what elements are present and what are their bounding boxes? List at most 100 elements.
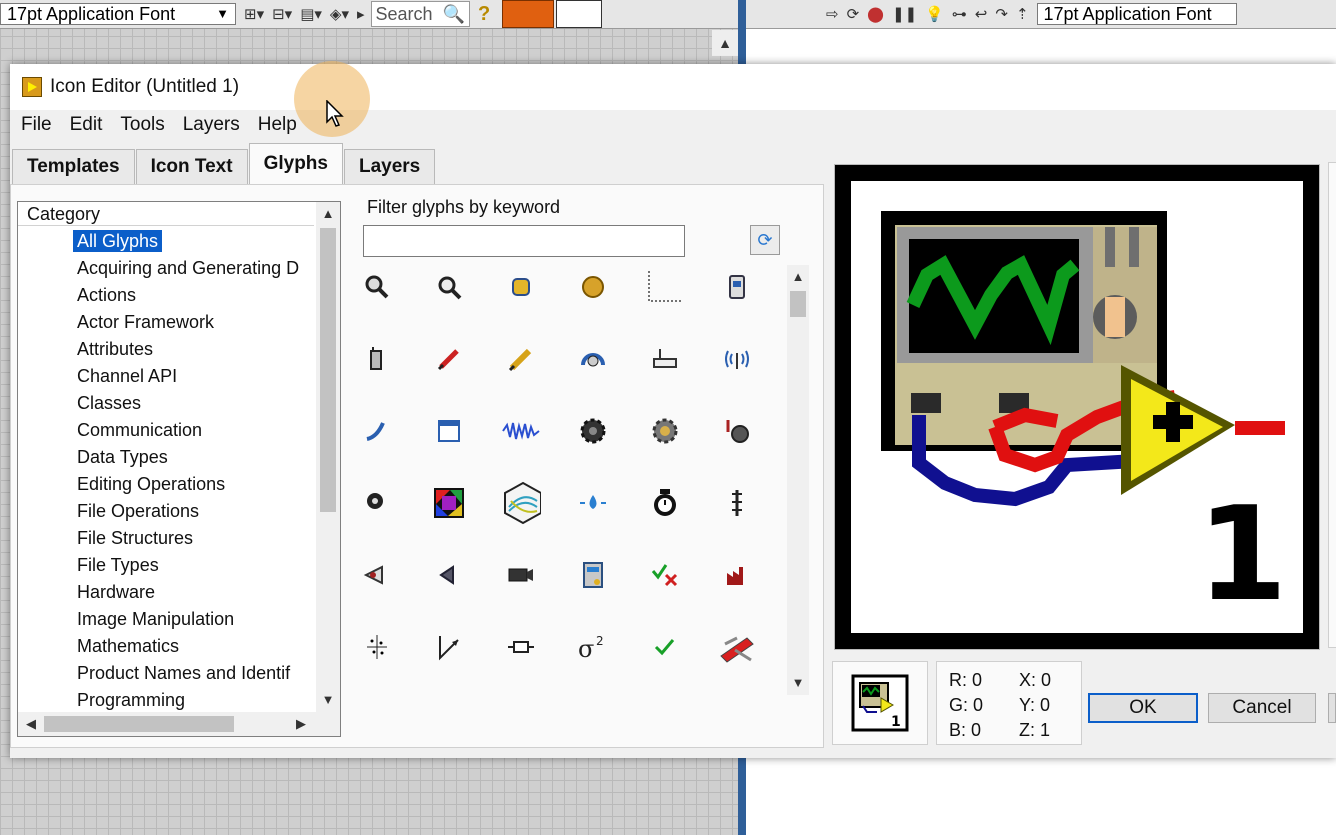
category-item-all-glyphs[interactable]: All Glyphs	[18, 228, 314, 255]
sigma-squared-icon[interactable]: σ2	[573, 627, 613, 667]
scroll-down-arrow-icon[interactable]: ▼	[787, 673, 809, 693]
factory-icon[interactable]	[717, 555, 757, 595]
tab-icon-text[interactable]: Icon Text	[135, 149, 248, 184]
menu-file[interactable]: File	[21, 114, 52, 136]
highlight-bulb-icon[interactable]: 💡	[925, 3, 944, 25]
abort-icon[interactable]: ⬤	[867, 3, 884, 25]
pause-icon[interactable]: ❚❚	[892, 3, 917, 25]
menu-tools[interactable]: Tools	[120, 114, 164, 136]
scroll-thumb[interactable]	[790, 291, 806, 317]
list-item[interactable]: Mathematics	[18, 633, 314, 660]
walkie-talkie-icon[interactable]	[357, 339, 397, 379]
gold-circle-icon[interactable]	[573, 267, 613, 307]
resistor-icon[interactable]	[501, 627, 541, 667]
list-item[interactable]: Editing Operations	[18, 471, 314, 498]
vi-icon-swatch[interactable]	[502, 0, 555, 28]
pen-red-icon[interactable]	[429, 339, 469, 379]
window-icon[interactable]	[429, 411, 469, 451]
scroll-thumb[interactable]	[320, 228, 336, 512]
gear-shield-icon[interactable]	[645, 411, 685, 451]
scroll-left-arrow-icon[interactable]: ◀	[20, 712, 42, 736]
list-item[interactable]: Actions	[18, 282, 314, 309]
connector-pane-icon[interactable]	[556, 0, 603, 28]
list-item[interactable]: Acquiring and Generating D	[18, 255, 314, 282]
tab-glyphs[interactable]: Glyphs	[248, 143, 343, 184]
icon-canvas[interactable]: 1	[834, 164, 1320, 650]
server-icon[interactable]	[573, 555, 613, 595]
waveform-icon[interactable]	[501, 411, 541, 451]
swiss-knife-icon[interactable]	[717, 627, 757, 667]
tab-templates[interactable]: Templates	[12, 149, 135, 184]
distribute-objects-icon[interactable]: ⊟▾	[272, 3, 292, 25]
zoom-fit-icon[interactable]	[429, 267, 469, 307]
rotary-knob-icon[interactable]	[573, 339, 613, 379]
step-into-icon[interactable]: ↩	[975, 3, 988, 25]
align-objects-icon[interactable]: ⊞▾	[244, 3, 264, 25]
run-arrow-icon[interactable]: ⇨	[826, 3, 839, 25]
list-item[interactable]: Classes	[18, 390, 314, 417]
help-button-partial[interactable]	[1328, 693, 1336, 723]
scroll-up-arrow-icon[interactable]: ▲	[316, 204, 340, 224]
category-vscroll[interactable]: ▲ ▼	[316, 202, 340, 712]
scroll-thumb[interactable]	[44, 716, 234, 732]
category-hscroll[interactable]: ◀ ▶	[18, 712, 340, 736]
list-item[interactable]: File Structures	[18, 525, 314, 552]
disc-icon[interactable]	[357, 483, 397, 523]
list-item[interactable]: Attributes	[18, 336, 314, 363]
droplet-icon[interactable]	[573, 483, 613, 523]
speaker-icon[interactable]	[429, 555, 469, 595]
run-continuously-icon[interactable]: ⟳	[847, 3, 860, 25]
filter-input[interactable]	[363, 225, 685, 257]
menu-layers[interactable]: Layers	[183, 114, 240, 136]
search-box[interactable]: Search 🔍	[370, 1, 470, 27]
eye-icon[interactable]	[357, 555, 397, 595]
check-x-icon[interactable]	[645, 555, 685, 595]
vector-icon[interactable]	[429, 627, 469, 667]
zoom-1to1-icon[interactable]	[357, 267, 397, 307]
scatter-icon[interactable]	[357, 627, 397, 667]
list-item[interactable]: Data Types	[18, 444, 314, 471]
menu-help[interactable]: Help	[258, 114, 297, 136]
list-item[interactable]: Image Manipulation	[18, 606, 314, 633]
retain-wire-values-icon[interactable]: ⊶	[952, 3, 967, 25]
expand-arrow-icon[interactable]: ▸	[357, 3, 365, 25]
checkmark-icon[interactable]	[645, 627, 685, 667]
step-out-icon[interactable]: ⇡	[1016, 3, 1029, 25]
stopwatch-icon[interactable]	[645, 483, 685, 523]
camera-icon[interactable]	[501, 555, 541, 595]
tap-icon[interactable]	[717, 411, 757, 451]
scroll-right-arrow-icon[interactable]: ▶	[290, 712, 312, 736]
list-item[interactable]: Communication	[18, 417, 314, 444]
cancel-button[interactable]: Cancel	[1208, 693, 1316, 723]
gear-icon[interactable]	[573, 411, 613, 451]
scroll-up-arrow-icon[interactable]: ▲	[787, 267, 809, 287]
font-dropdown[interactable]: 17pt Application Font ▼	[0, 3, 236, 25]
usb-device-icon[interactable]	[717, 267, 757, 307]
color-wheel-icon[interactable]	[429, 483, 469, 523]
wireless-icon[interactable]	[717, 339, 757, 379]
axes-icon[interactable]	[645, 267, 685, 307]
menu-edit[interactable]: Edit	[70, 114, 103, 136]
step-over-icon[interactable]: ↷	[995, 3, 1008, 25]
scroll-up-arrow-icon[interactable]: ▲	[712, 30, 738, 56]
list-item[interactable]: Channel API	[18, 363, 314, 390]
reorder-icon[interactable]: ◈▾	[330, 3, 349, 25]
scroll-down-arrow-icon[interactable]: ▼	[316, 690, 340, 710]
list-item[interactable]: File Types	[18, 552, 314, 579]
help-question-icon[interactable]: ?	[478, 3, 490, 25]
router-icon[interactable]	[645, 339, 685, 379]
probe-icon[interactable]	[357, 411, 397, 451]
sphere-3d-icon[interactable]	[501, 481, 541, 525]
ok-button[interactable]: OK	[1088, 693, 1198, 723]
resize-objects-icon[interactable]: ▤▾	[300, 3, 322, 25]
list-item[interactable]: Hardware	[18, 579, 314, 606]
pencil-icon[interactable]	[501, 339, 541, 379]
cylinder-tag-icon[interactable]	[501, 267, 541, 307]
category-list[interactable]: Category All Glyphs Acquiring and Genera…	[17, 201, 341, 737]
list-item[interactable]: File Operations	[18, 498, 314, 525]
list-item[interactable]: Product Names and Identif	[18, 660, 314, 687]
list-item[interactable]: Programming	[18, 687, 314, 714]
list-item[interactable]: Actor Framework	[18, 309, 314, 336]
font-dropdown-right[interactable]: 17pt Application Font	[1036, 3, 1237, 25]
glyph-grid-vscroll[interactable]: ▲ ▼	[787, 265, 809, 695]
